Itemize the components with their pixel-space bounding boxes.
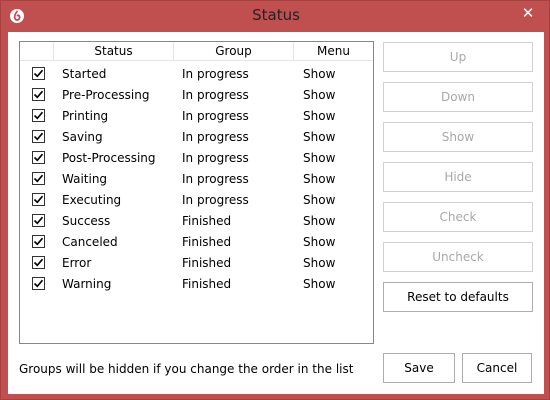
row-group: In progress — [182, 151, 249, 165]
checkmark-icon — [33, 279, 44, 288]
table-row[interactable]: Pre-Processing In progress Show — [20, 85, 373, 106]
down-button[interactable]: Down — [383, 82, 533, 112]
row-menu: Show — [303, 67, 336, 81]
header-checkbox-column — [20, 42, 54, 60]
row-group: In progress — [182, 130, 249, 144]
checkmark-icon — [33, 216, 44, 225]
save-button[interactable]: Save — [383, 353, 455, 383]
table-row[interactable]: Printing In progress Show — [20, 106, 373, 127]
close-button[interactable]: ✕ — [511, 1, 545, 25]
table-row[interactable]: Post-Processing In progress Show — [20, 148, 373, 169]
table-row[interactable]: Success Finished Show — [20, 211, 373, 232]
row-status: Success — [62, 214, 111, 228]
row-checkbox[interactable] — [32, 214, 45, 227]
row-status: Saving — [62, 130, 103, 144]
check-button[interactable]: Check — [383, 202, 533, 232]
row-menu: Show — [303, 193, 336, 207]
title-bar[interactable]: Status ✕ — [1, 1, 550, 32]
show-button[interactable]: Show — [383, 122, 533, 152]
cancel-button[interactable]: Cancel — [462, 353, 532, 383]
checkmark-icon — [33, 111, 44, 120]
row-menu: Show — [303, 88, 336, 102]
status-dialog: Status ✕ Status Group Menu Started In pro… — [0, 0, 550, 400]
uncheck-button[interactable]: Uncheck — [383, 242, 533, 272]
row-status: Error — [62, 256, 92, 270]
row-group: In progress — [182, 193, 249, 207]
row-menu: Show — [303, 130, 336, 144]
row-group: Finished — [182, 277, 232, 291]
dialog-body: Status Group Menu Started In progress Show… — [8, 32, 544, 394]
row-group: Finished — [182, 256, 232, 270]
order-hint-text: Groups will be hidden if you change the … — [19, 362, 354, 376]
checkmark-icon — [33, 132, 44, 141]
row-checkbox[interactable] — [32, 88, 45, 101]
row-menu: Show — [303, 214, 336, 228]
row-group: In progress — [182, 88, 249, 102]
checkmark-icon — [33, 153, 44, 162]
row-menu: Show — [303, 172, 336, 186]
table-row[interactable]: Warning Finished Show — [20, 274, 373, 295]
checkmark-icon — [33, 195, 44, 204]
row-checkbox[interactable] — [32, 235, 45, 248]
row-status: Pre-Processing — [62, 88, 150, 102]
checkmark-icon — [33, 258, 44, 267]
checkmark-icon — [33, 69, 44, 78]
row-group: In progress — [182, 109, 249, 123]
checkmark-icon — [33, 237, 44, 246]
row-status: Canceled — [62, 235, 118, 249]
up-button[interactable]: Up — [383, 42, 533, 72]
table-row[interactable]: Executing In progress Show — [20, 190, 373, 211]
row-group: Finished — [182, 235, 232, 249]
table-row[interactable]: Canceled Finished Show — [20, 232, 373, 253]
row-menu: Show — [303, 151, 336, 165]
reset-to-defaults-button[interactable]: Reset to defaults — [383, 282, 533, 312]
header-status[interactable]: Status — [54, 42, 174, 60]
row-checkbox[interactable] — [32, 193, 45, 206]
row-checkbox[interactable] — [32, 67, 45, 80]
row-menu: Show — [303, 109, 336, 123]
row-checkbox[interactable] — [32, 109, 45, 122]
close-icon: ✕ — [521, 4, 535, 22]
window-title: Status — [252, 6, 300, 24]
list-header: Status Group Menu — [20, 42, 373, 61]
checkmark-icon — [33, 174, 44, 183]
row-checkbox[interactable] — [32, 172, 45, 185]
table-row[interactable]: Error Finished Show — [20, 253, 373, 274]
row-group: Finished — [182, 214, 232, 228]
row-checkbox[interactable] — [32, 151, 45, 164]
checkmark-icon — [33, 90, 44, 99]
row-menu: Show — [303, 235, 336, 249]
hide-button[interactable]: Hide — [383, 162, 533, 192]
header-group[interactable]: Group — [174, 42, 294, 60]
status-list[interactable]: Status Group Menu Started In progress Show… — [19, 41, 374, 344]
table-row[interactable]: Started In progress Show — [20, 64, 373, 85]
row-status: Printing — [62, 109, 109, 123]
row-status: Post-Processing — [62, 151, 156, 165]
row-menu: Show — [303, 256, 336, 270]
table-row[interactable]: Saving In progress Show — [20, 127, 373, 148]
header-menu[interactable]: Menu — [294, 42, 373, 60]
row-group: In progress — [182, 67, 249, 81]
row-group: In progress — [182, 172, 249, 186]
row-status: Executing — [62, 193, 122, 207]
row-checkbox[interactable] — [32, 130, 45, 143]
row-checkbox[interactable] — [32, 256, 45, 269]
row-status: Warning — [62, 277, 112, 291]
row-status: Waiting — [62, 172, 108, 186]
row-checkbox[interactable] — [32, 277, 45, 290]
table-row[interactable]: Waiting In progress Show — [20, 169, 373, 190]
row-status: Started — [62, 67, 107, 81]
row-menu: Show — [303, 277, 336, 291]
